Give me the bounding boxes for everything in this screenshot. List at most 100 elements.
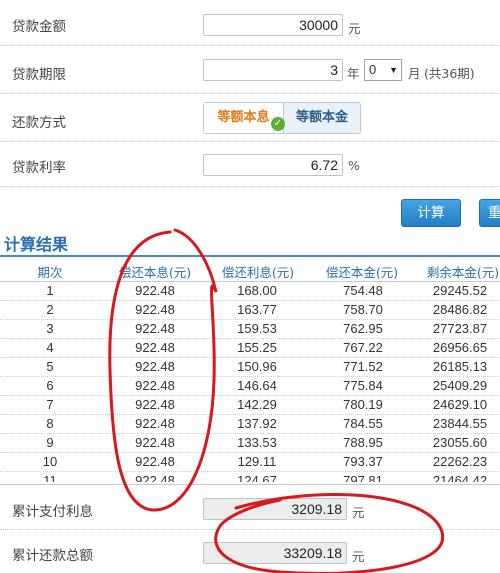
cell-period: 1 [46,283,54,298]
cell-principal: 762.95 [343,321,383,336]
cell-remaining: 24629.10 [432,397,488,412]
months-select[interactable]: 0 ▼ [364,59,402,81]
divider [0,484,500,485]
table-row: 1 922.48 168.00 754.48 29245.52 [0,282,500,301]
interest-rate-row: 贷款利率 6.72 % [0,142,500,188]
cell-remaining: 28486.82 [432,302,488,317]
table-row: 4 922.48 155.25 767.22 26956.65 [0,339,500,358]
months-unit: 月 [408,66,421,81]
cell-payment: 922.48 [135,454,175,469]
results-rule [0,255,500,257]
total-interest-row: 累计支付利息 3209.18 元 [0,490,500,530]
cell-remaining: 25409.29 [432,378,488,393]
cell-interest: 155.25 [237,340,277,355]
cell-remaining: 29245.52 [432,283,488,298]
interest-rate-unit: % [348,158,360,173]
cell-remaining: 22262.23 [432,454,488,469]
cell-remaining: 26956.65 [432,340,488,355]
cell-principal: 775.84 [343,378,383,393]
cell-remaining: 23055.60 [432,435,488,450]
cell-period: 2 [46,302,54,317]
cell-remaining: 27723.87 [432,321,488,336]
loan-amount-unit: 元 [348,21,361,36]
cell-period: 8 [46,416,54,431]
results-title: 计算结果 [4,235,69,254]
cell-period: 7 [46,397,54,412]
divider [0,186,500,187]
cell-principal: 788.95 [343,435,383,450]
table-row: 10 922.48 129.11 793.37 22262.23 [0,453,500,472]
cell-remaining: 21464.42 [432,473,488,482]
cell-payment: 922.48 [135,321,175,336]
option-equal-principal[interactable]: 等额本金 [284,103,360,133]
column-header-interest: 偿还利息(元) [221,265,295,280]
repayment-method-toggle: 等额本息 ✓ 等额本金 [203,102,361,134]
cell-interest: 150.96 [237,359,277,374]
cell-payment: 922.48 [135,473,175,482]
cell-interest: 168.00 [237,283,277,298]
cell-principal: 784.55 [343,416,383,431]
cell-period: 10 [42,454,58,469]
total-repayment-unit: 元 [352,549,365,564]
cell-payment: 922.48 [135,359,175,374]
cell-principal: 793.37 [343,454,383,469]
total-interest-unit: 元 [352,505,365,520]
interest-rate-label: 贷款利率 [12,160,66,176]
cell-payment: 922.48 [135,283,175,298]
loan-term-row: 贷款期限 3 年 0 ▼ 月 (共36期) [0,46,500,94]
cell-interest: 142.29 [237,397,277,412]
cell-principal: 754.48 [343,283,383,298]
loan-term-years-input[interactable]: 3 [203,59,343,81]
cell-principal: 797.81 [343,473,383,482]
cell-principal: 758.70 [343,302,383,317]
months-select-value: 0 [369,62,377,77]
reset-button[interactable]: 重 [479,199,500,227]
table-row: 2 922.48 163.77 758.70 28486.82 [0,301,500,320]
cell-remaining: 26185.13 [432,359,488,374]
total-interest-label: 累计支付利息 [12,504,93,520]
total-repayment-field: 33209.18 [203,542,347,564]
repayment-method-row: 还款方式 等额本息 ✓ 等额本金 [0,94,500,140]
check-icon: ✓ [271,117,285,131]
loan-amount-input[interactable]: 30000 [203,14,343,36]
interest-rate-input[interactable]: 6.72 [203,154,343,176]
cell-payment: 922.48 [135,416,175,431]
results-table-body[interactable]: 1 922.48 168.00 754.48 29245.52 2 922.48… [0,282,500,482]
cell-period: 9 [46,435,54,450]
cell-interest: 129.11 [237,454,277,469]
cell-payment: 922.48 [135,397,175,412]
option-equal-installment-label: 等额本息 [217,110,270,125]
column-header-remaining: 剩余本金(元) [426,265,500,280]
total-interest-field: 3209.18 [203,498,347,520]
loan-term-label: 贷款期限 [12,67,66,83]
table-row: 9 922.48 133.53 788.95 23055.60 [0,434,500,453]
cell-principal: 767.22 [343,340,383,355]
cell-principal: 771.52 [343,359,383,374]
cell-payment: 922.48 [135,340,175,355]
loan-amount-label: 贷款金额 [12,19,66,35]
cell-period: 3 [46,321,54,336]
cell-interest: 137.92 [237,416,277,431]
cell-period: 11 [43,473,57,482]
table-row: 6 922.48 146.64 775.84 25409.29 [0,377,500,396]
loan-amount-row: 贷款金额 30000 元 [0,0,500,50]
cell-interest: 159.53 [237,321,277,336]
cell-principal: 780.19 [343,397,383,412]
table-row: 3 922.48 159.53 762.95 27723.87 [0,320,500,339]
cell-interest: 163.77 [237,302,277,317]
chevron-down-icon: ▼ [389,65,398,75]
years-unit: 年 [347,66,360,81]
repayment-method-label: 还款方式 [12,115,66,131]
cell-payment: 922.48 [135,378,175,393]
cell-payment: 922.48 [135,435,175,450]
option-equal-principal-label: 等额本金 [295,110,348,125]
calculate-button[interactable]: 计算 [401,199,461,227]
total-repayment-label: 累计还款总额 [12,548,93,564]
cell-interest: 146.64 [237,378,277,393]
cell-interest: 124.67 [237,473,277,482]
column-header-payment: 偿还本息(元) [118,265,192,280]
table-row: 7 922.48 142.29 780.19 24629.10 [0,396,500,415]
cell-remaining: 23844.55 [432,416,488,431]
table-row: 5 922.48 150.96 771.52 26185.13 [0,358,500,377]
table-row: 11 922.48 124.67 797.81 21464.42 [0,472,500,482]
